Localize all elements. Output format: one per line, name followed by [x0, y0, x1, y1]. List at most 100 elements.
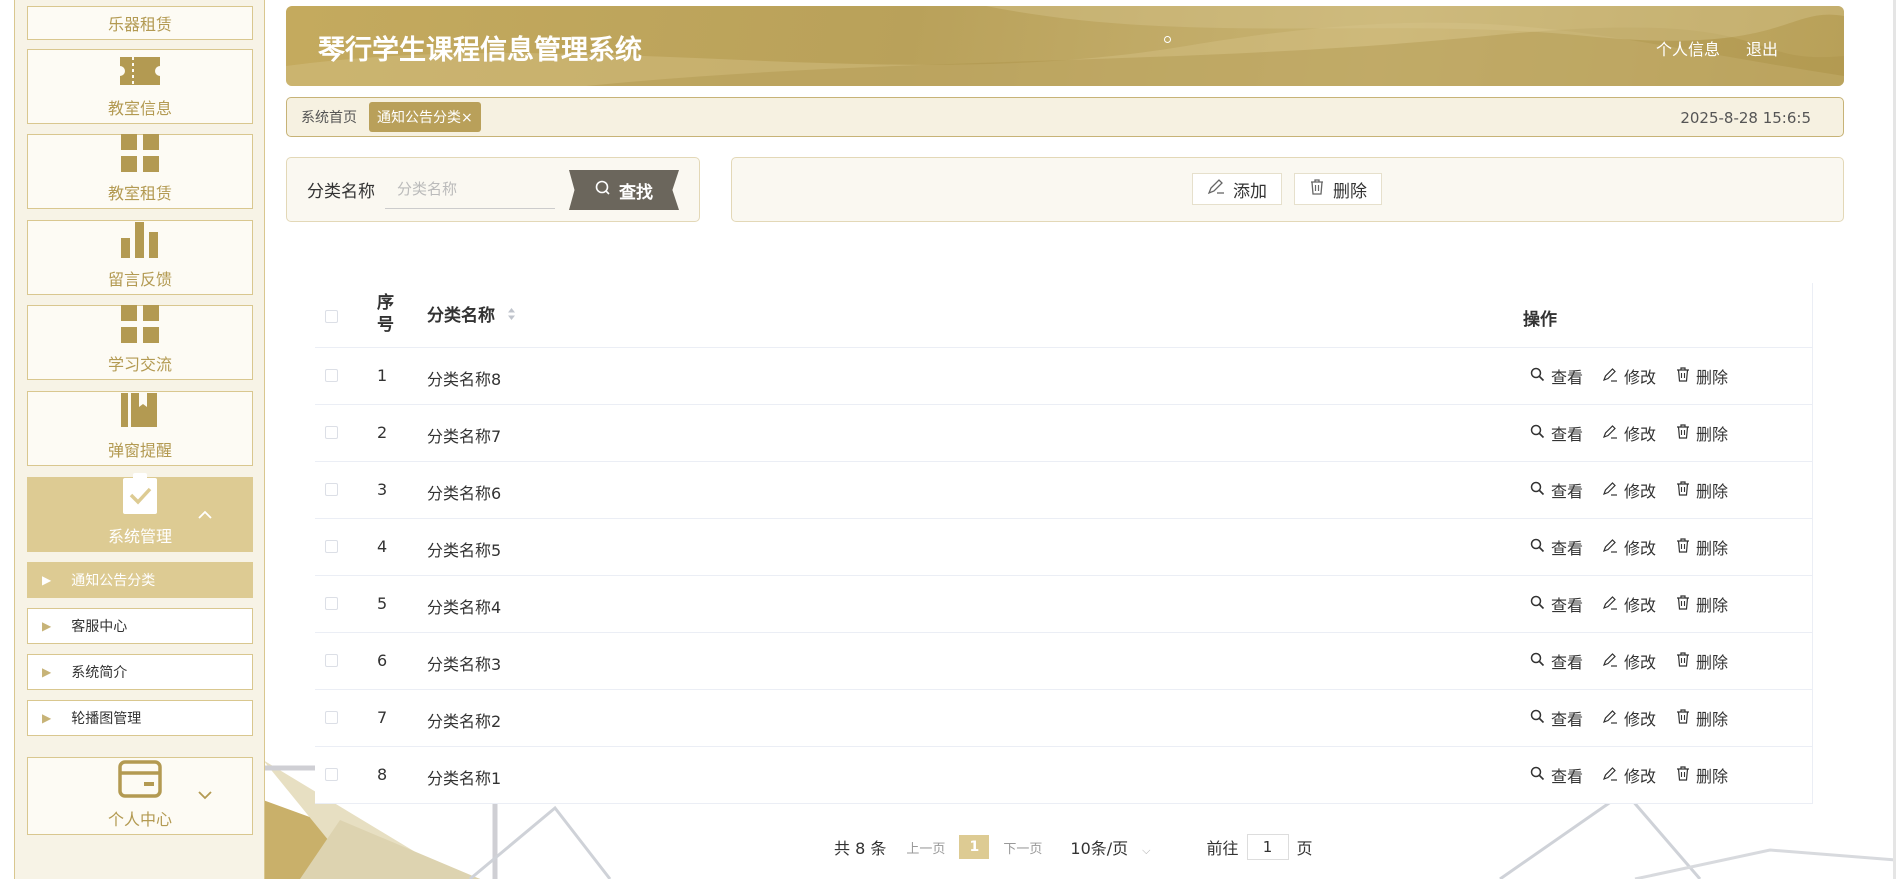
row-checkbox[interactable] [325, 426, 338, 439]
delete-button[interactable]: 删除 [1676, 706, 1728, 730]
batch-delete-button[interactable]: 删除 [1294, 173, 1382, 205]
row-name: 分类名称5 [427, 541, 502, 560]
edit-button[interactable]: 修改 [1602, 706, 1657, 730]
edit-button[interactable]: 修改 [1602, 592, 1656, 616]
chevron-up-icon[interactable] [198, 508, 212, 524]
sidebar-subitem-label: 系统简介 [71, 665, 128, 681]
row-checkbox[interactable] [325, 597, 338, 610]
row-checkbox[interactable] [325, 369, 338, 382]
view-button[interactable]: 查看 [1530, 706, 1583, 730]
chevron-down-icon[interactable] [198, 788, 212, 804]
profile-link[interactable]: 个人信息 [1656, 36, 1720, 60]
row-checkbox[interactable] [325, 711, 338, 724]
clipboard-check-icon [122, 473, 158, 519]
view-button[interactable]: 查看 [1530, 535, 1583, 559]
search-icon [1530, 424, 1545, 443]
edit-pen-icon [1602, 424, 1618, 443]
delete-label: 删除 [1696, 596, 1729, 615]
page-number-current[interactable]: 1 [959, 835, 990, 859]
delete-label: 删除 [1696, 539, 1729, 558]
sidebar-item-label: 系统管理 [107, 527, 172, 546]
view-button[interactable]: 查看 [1530, 478, 1583, 502]
edit-button[interactable]: 修改 [1602, 649, 1656, 673]
sidebar-item-instrument-rental[interactable]: 乐器租赁 [27, 6, 253, 40]
delete-button[interactable]: 删除 [1676, 478, 1728, 502]
delete-label: 删除 [1696, 482, 1729, 501]
sidebar-item-feedback[interactable]: 留言反馈 [27, 220, 253, 295]
breadcrumb-home[interactable]: 系统首页 [301, 107, 357, 127]
edit-button[interactable]: 修改 [1602, 421, 1656, 445]
sidebar-item-label: 弹窗提醒 [107, 441, 172, 460]
sort-icon[interactable] [507, 306, 516, 326]
edit-label: 修改 [1624, 482, 1657, 501]
sidebar-subitem-system-intro[interactable]: ▶ 系统简介 [27, 654, 253, 690]
view-label: 查看 [1551, 596, 1584, 615]
sidebar-item-system-management[interactable]: 系统管理 [27, 473, 253, 552]
sidebar-item-classroom-rental[interactable]: 教室租赁 [27, 134, 253, 209]
sidebar-subitem-label: 客服中心 [71, 619, 128, 635]
delete-label: 删除 [1696, 767, 1729, 786]
view-button[interactable]: 查看 [1530, 649, 1583, 673]
delete-button[interactable]: 删除 [1676, 763, 1728, 787]
view-button[interactable]: 查看 [1530, 592, 1583, 616]
trash-icon [1676, 765, 1690, 785]
sidebar-item-classroom-info[interactable]: 教室信息 [27, 49, 253, 124]
edit-button[interactable]: 修改 [1602, 763, 1657, 787]
sidebar-subitem-label: 通知公告分类 [71, 573, 156, 589]
sidebar-subitem-notice-category[interactable]: ▶ 通知公告分类 [27, 562, 253, 598]
trash-icon [1676, 594, 1690, 614]
add-button[interactable]: 添加 [1192, 173, 1282, 205]
row-actions: 查看 修改 删除 [1530, 592, 1728, 616]
delete-button[interactable]: 删除 [1676, 592, 1728, 616]
sidebar-item-study-exchange[interactable]: 学习交流 [27, 305, 253, 380]
select-all-checkbox[interactable] [325, 310, 338, 323]
grid-icon [121, 305, 159, 347]
view-button[interactable]: 查看 [1530, 763, 1583, 787]
header-name[interactable]: 分类名称 [427, 301, 516, 326]
wallet-icon [118, 760, 162, 802]
prev-page-button[interactable]: 上一页 [906, 838, 945, 857]
delete-button[interactable]: 删除 [1676, 649, 1728, 673]
close-icon[interactable]: × [461, 110, 473, 126]
view-button[interactable]: 查看 [1530, 421, 1583, 445]
logout-link[interactable]: 退出 [1746, 36, 1778, 60]
search-button[interactable]: 查找 [569, 170, 679, 210]
row-checkbox[interactable] [325, 483, 338, 496]
top-header: 琴行学生课程信息管理系统 个人信息 退出 [286, 6, 1844, 86]
trash-icon [1676, 708, 1690, 728]
delete-button[interactable]: 删除 [1676, 535, 1728, 559]
view-label: 查看 [1551, 425, 1584, 444]
sidebar-item-popup-reminder[interactable]: 弹窗提醒 [27, 391, 253, 466]
view-label: 查看 [1551, 767, 1584, 786]
edit-label: 修改 [1624, 767, 1657, 786]
grid-icon [121, 134, 159, 176]
goto-label: 前往 [1206, 839, 1239, 858]
sidebar-subitem-customer-service[interactable]: ▶ 客服中心 [27, 608, 253, 644]
row-no: 3 [377, 480, 388, 499]
delete-button[interactable]: 删除 [1676, 421, 1728, 445]
edit-label: 修改 [1624, 710, 1657, 729]
edit-button[interactable]: 修改 [1602, 364, 1656, 388]
edit-button[interactable]: 修改 [1602, 535, 1656, 559]
row-checkbox[interactable] [325, 654, 338, 667]
search-icon [595, 180, 611, 201]
edit-pen-icon [1602, 538, 1618, 557]
view-button[interactable]: 查看 [1530, 364, 1583, 388]
data-table: 序号 分类名称 操作 1 分类名称8 查看 修改 删除 2 分类名称7 查看 修改 删除 3 分类名称… [315, 283, 1813, 804]
edit-button[interactable]: 修改 [1602, 478, 1657, 502]
page-size-select[interactable]: 10条/页 ⌵ [1070, 835, 1150, 859]
sidebar: 乐器租赁 教室信息 教室租赁 留言反馈 学习交流 弹窗提醒 系统管理 ▶ 通知公… [14, 0, 265, 879]
row-checkbox[interactable] [325, 768, 338, 781]
row-checkbox[interactable] [325, 540, 338, 553]
delete-button[interactable]: 删除 [1676, 364, 1728, 388]
edit-pen-icon [1602, 709, 1618, 728]
table-row: 8 分类名称1 查看 修改 删除 [315, 747, 1813, 804]
sidebar-subitem-carousel[interactable]: ▶ 轮播图管理 [27, 700, 253, 736]
search-input[interactable] [385, 170, 555, 209]
sidebar-item-personal-center[interactable]: 个人中心 [27, 757, 253, 835]
goto-page-input[interactable]: 1 [1246, 834, 1289, 860]
table-row: 6 分类名称3 查看 修改 删除 [315, 633, 1813, 690]
table-header: 序号 分类名称 操作 [315, 283, 1813, 348]
next-page-button[interactable]: 下一页 [1003, 838, 1042, 857]
tab-notice-category[interactable]: 通知公告分类× [369, 102, 481, 132]
